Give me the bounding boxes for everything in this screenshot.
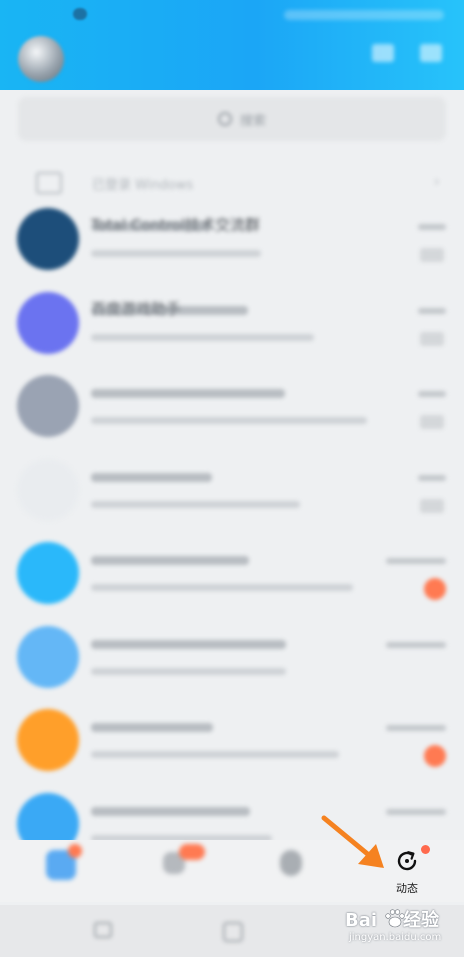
unread-badge [424, 745, 446, 767]
chat-name-blur [91, 472, 212, 482]
tab-badge [68, 844, 82, 858]
chat-name-blur [91, 639, 286, 649]
profile-avatar[interactable] [18, 36, 64, 82]
chat-avatar [17, 291, 79, 354]
background-content: 搜索 已登录 Windows › Total Control技术交流群百度游戏助… [0, 0, 464, 957]
search-label: 搜索 [240, 114, 267, 129]
mute-icon [420, 498, 444, 513]
watermark-url: jingyan.baidu.com [349, 932, 442, 943]
home-nav-icon[interactable] [223, 922, 243, 942]
chat-preview-blur [91, 667, 286, 675]
mute-icon [420, 331, 444, 346]
chat-avatar [17, 208, 79, 270]
chat-name-blur [91, 806, 250, 816]
chat-preview-blur [91, 500, 300, 508]
chat-time-blur [386, 725, 446, 731]
chat-time-blur [418, 307, 446, 314]
search-icon [218, 112, 232, 126]
search-bar[interactable]: 搜索 [18, 97, 446, 141]
device-row-label: 已登录 Windows [92, 178, 194, 193]
more-icon[interactable] [420, 44, 442, 62]
unread-badge [424, 578, 446, 600]
chat-preview-blur [91, 250, 261, 257]
tab-messages[interactable] [38, 844, 88, 894]
chat-avatar [17, 709, 79, 771]
chat-avatar [17, 458, 79, 521]
baidu-jingyan-watermark: Bai 经验 jingyan.baidu.com [340, 900, 464, 956]
chat-list-item[interactable] [0, 618, 464, 700]
chat-preview-blur [91, 584, 353, 591]
chevron-right-icon: › [434, 174, 440, 190]
chat-list-item[interactable]: Total Control技术交流群 [0, 200, 464, 282]
menu-nav-icon[interactable] [94, 922, 112, 938]
chat-preview-blur [91, 333, 314, 341]
chat-list-item[interactable] [0, 701, 464, 783]
app-header [0, 0, 464, 90]
chat-time-blur [418, 474, 446, 481]
chat-avatar [17, 542, 79, 604]
chat-time-blur [418, 391, 446, 397]
tab-profile[interactable] [268, 844, 318, 894]
monitor-icon [36, 172, 62, 194]
chat-preview-blur [91, 751, 339, 758]
person-icon [280, 850, 302, 876]
chat-name-blur [91, 389, 285, 398]
chat-time-blur [386, 808, 446, 815]
notification-dot [421, 845, 430, 854]
annotation-arrow-icon [321, 815, 384, 868]
paw-logo-icon [385, 909, 405, 928]
chat-name-blur [91, 723, 213, 732]
mute-icon [420, 415, 444, 429]
chat-time-blur [418, 224, 446, 230]
chat-time-blur [386, 558, 446, 564]
add-icon[interactable] [372, 44, 394, 62]
mute-icon [420, 248, 444, 262]
status-bar-indicators [284, 10, 444, 20]
chat-avatar [17, 375, 79, 437]
chat-name-blur [91, 556, 249, 565]
tab-dynamic-label: 动态 [396, 882, 418, 895]
chat-time-blur [386, 641, 446, 648]
chat-name-blur [91, 222, 211, 231]
chat-preview-blur [91, 417, 367, 424]
chat-list-item[interactable]: 百度游戏助手 [0, 284, 464, 366]
chat-list-item[interactable] [0, 451, 464, 533]
tab-contacts[interactable] [155, 844, 215, 894]
chat-name-blur [91, 305, 248, 315]
tab-badge [179, 844, 205, 860]
chat-avatar [17, 625, 79, 688]
chat-list-item[interactable] [0, 534, 464, 616]
status-bar-icon [73, 8, 87, 20]
chat-list-item[interactable] [0, 367, 464, 449]
header-actions [372, 44, 442, 66]
refresh-icon [397, 851, 417, 871]
